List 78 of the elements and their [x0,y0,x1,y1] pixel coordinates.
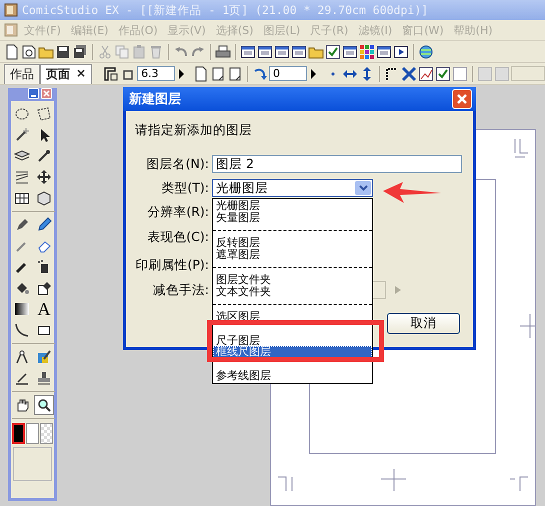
panel-area [13,447,52,481]
close-icon[interactable] [456,93,468,105]
window-icon[interactable] [274,44,290,60]
window-icon[interactable] [257,44,273,60]
page-icon[interactable] [193,66,210,82]
new-page-icon[interactable] [4,44,20,60]
page-icon[interactable] [21,44,37,60]
color-brush-icon[interactable] [36,349,52,365]
printer-icon[interactable] [215,44,231,60]
color-swatch[interactable] [40,423,53,444]
ellipse-select-icon[interactable] [14,106,30,122]
save-all-icon[interactable] [72,44,88,60]
eyedropper-icon[interactable] [36,148,52,164]
app-menu-icon[interactable] [4,23,18,37]
dotted-square-icon[interactable] [452,66,468,82]
dropdown-option[interactable]: 遮罩图层 [213,248,372,260]
window-icon[interactable] [342,44,358,60]
window-icon[interactable] [240,44,256,60]
field-label: 印刷属性(P): [134,256,209,274]
gradient-icon[interactable] [14,301,30,317]
stamp-icon[interactable] [36,370,52,386]
page-icon[interactable] [210,66,226,82]
color-swatch[interactable] [12,423,25,444]
dropdown-option[interactable]: 文本文件夹 [213,286,372,297]
page-icon[interactable] [227,66,244,82]
dropdown-option[interactable]: 矢量图层 [213,212,372,223]
close-icon[interactable] [41,88,52,99]
value-field[interactable]: 6.3 [137,66,176,81]
close-button[interactable] [452,89,472,109]
input-field[interactable] [510,66,545,81]
dropdown-option[interactable]: 图层文件夹 [213,274,372,286]
polygon-select-icon[interactable] [36,106,52,122]
search-icon[interactable] [36,397,52,413]
field-label: 图层名(N): [146,156,209,172]
grid-icon[interactable] [14,190,30,206]
prompt-text: 请指定新添加的图层 [135,122,253,138]
document-tab[interactable]: 页面 × [40,64,92,84]
cancel-button[interactable]: 取消 [387,313,460,334]
dropdown-option[interactable]: 光栅图层 [213,200,372,212]
app-icon [4,3,18,17]
window-title: ComicStudio EX - [[新建作品 - 1页] (21.00 * 29.70cm 600dpi)] [22,2,428,18]
checkbox-icon[interactable] [325,44,341,60]
field-label: 减色手法: [152,282,209,298]
tab-close-button[interactable]: × [76,66,86,82]
value-field[interactable]: 0 [268,66,307,81]
window-icon[interactable] [291,44,307,60]
chevron-down-icon[interactable] [358,185,368,191]
dropdown-option[interactable]: 反转图层 [213,237,372,248]
name-field[interactable]: 图层 2 [212,155,462,173]
wand-icon[interactable] [14,127,30,143]
dropdown-option[interactable]: 尺子图层 [213,334,372,346]
dialog-title: 新建图层 [129,90,181,108]
field-label: 表现色(C): [146,228,209,246]
document-tab[interactable]: 作品 [4,64,40,84]
compass-icon[interactable] [14,349,30,365]
play-icon[interactable] [393,44,409,60]
minimize-icon[interactable] [28,88,39,99]
window-icon[interactable] [376,44,392,60]
lines-icon[interactable] [14,169,30,185]
field-label: 类型(T): [160,180,209,196]
dropdown-option[interactable]: 参考线图层 [213,370,372,382]
chart-icon[interactable] [418,66,434,82]
frame-icon[interactable] [103,66,120,82]
save-icon[interactable] [55,44,71,60]
cube-icon[interactable] [36,190,52,206]
curve-icon[interactable] [14,322,30,338]
color-swatch[interactable] [26,423,39,444]
pencil-icon[interactable] [36,217,52,233]
pen-icon[interactable] [14,217,30,233]
move-icon[interactable] [36,169,52,185]
checkbox-icon[interactable] [434,66,451,82]
field-label: 分辨率(R): [146,204,209,220]
color-grid-icon[interactable] [359,44,375,60]
cross-icon[interactable] [400,66,417,82]
text-tool-button[interactable]: A [34,299,54,319]
bucket-frame-icon[interactable] [36,280,52,296]
type-dropdown[interactable]: 光栅图层 [212,179,373,197]
globe-icon[interactable] [418,44,434,60]
